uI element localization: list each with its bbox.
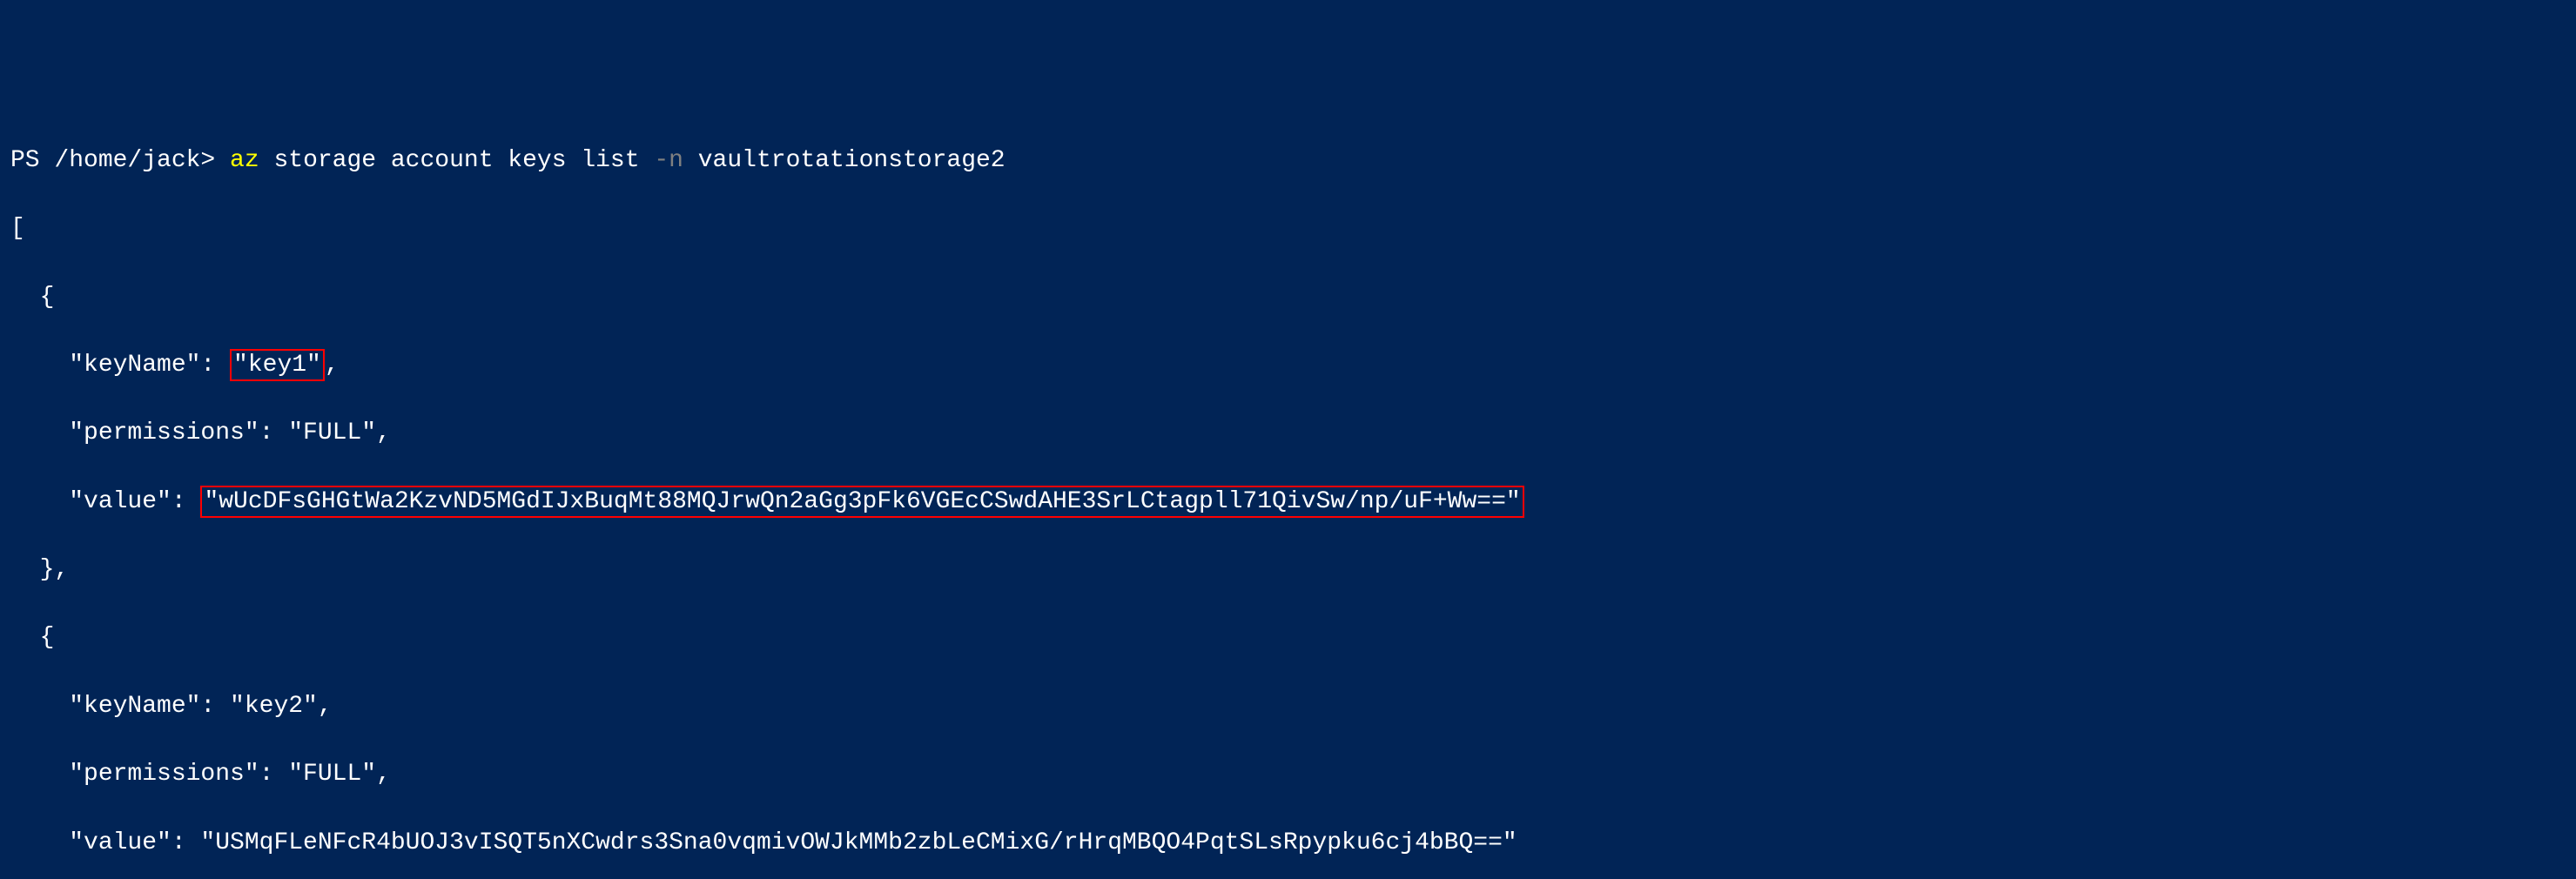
entry-permissions-line: "permissions": "FULL", bbox=[10, 757, 2566, 791]
entry-value-line: "value": "wUcDFsGHGtWa2KzvND5MGdIJxBuqMt… bbox=[10, 485, 2566, 519]
command-args: storage account keys list bbox=[259, 147, 655, 174]
keyname-value-highlighted: "key1" bbox=[230, 349, 325, 382]
prompt-line[interactable]: PS /home/jack> az storage account keys l… bbox=[10, 144, 2566, 178]
command-az: az bbox=[230, 147, 259, 174]
keyname-comma: , bbox=[325, 352, 340, 379]
output-open-bracket: [ bbox=[10, 211, 2566, 245]
entry-permissions-line: "permissions": "FULL", bbox=[10, 416, 2566, 450]
entry-keyname-line: "keyName": "key2", bbox=[10, 689, 2566, 723]
entry-keyname-line: "keyName": "key1", bbox=[10, 348, 2566, 382]
entry-open-brace: { bbox=[10, 621, 2566, 654]
entry-value-line: "value": "USMqFLeNFcR4bUOJ3vISQT5nXCwdrs… bbox=[10, 826, 2566, 860]
value-label: "value": bbox=[10, 488, 200, 515]
prompt-prefix: PS /home/jack> bbox=[10, 147, 230, 174]
keyname-label: "keyName": bbox=[10, 352, 230, 379]
command-flag: -n bbox=[654, 147, 683, 174]
entry-open-brace: { bbox=[10, 280, 2566, 314]
value-highlighted: "wUcDFsGHGtWa2KzvND5MGdIJxBuqMt88MQJrwQn… bbox=[200, 486, 1523, 519]
command-value: vaultrotationstorage2 bbox=[683, 147, 1006, 174]
entry-close-brace: }, bbox=[10, 553, 2566, 587]
